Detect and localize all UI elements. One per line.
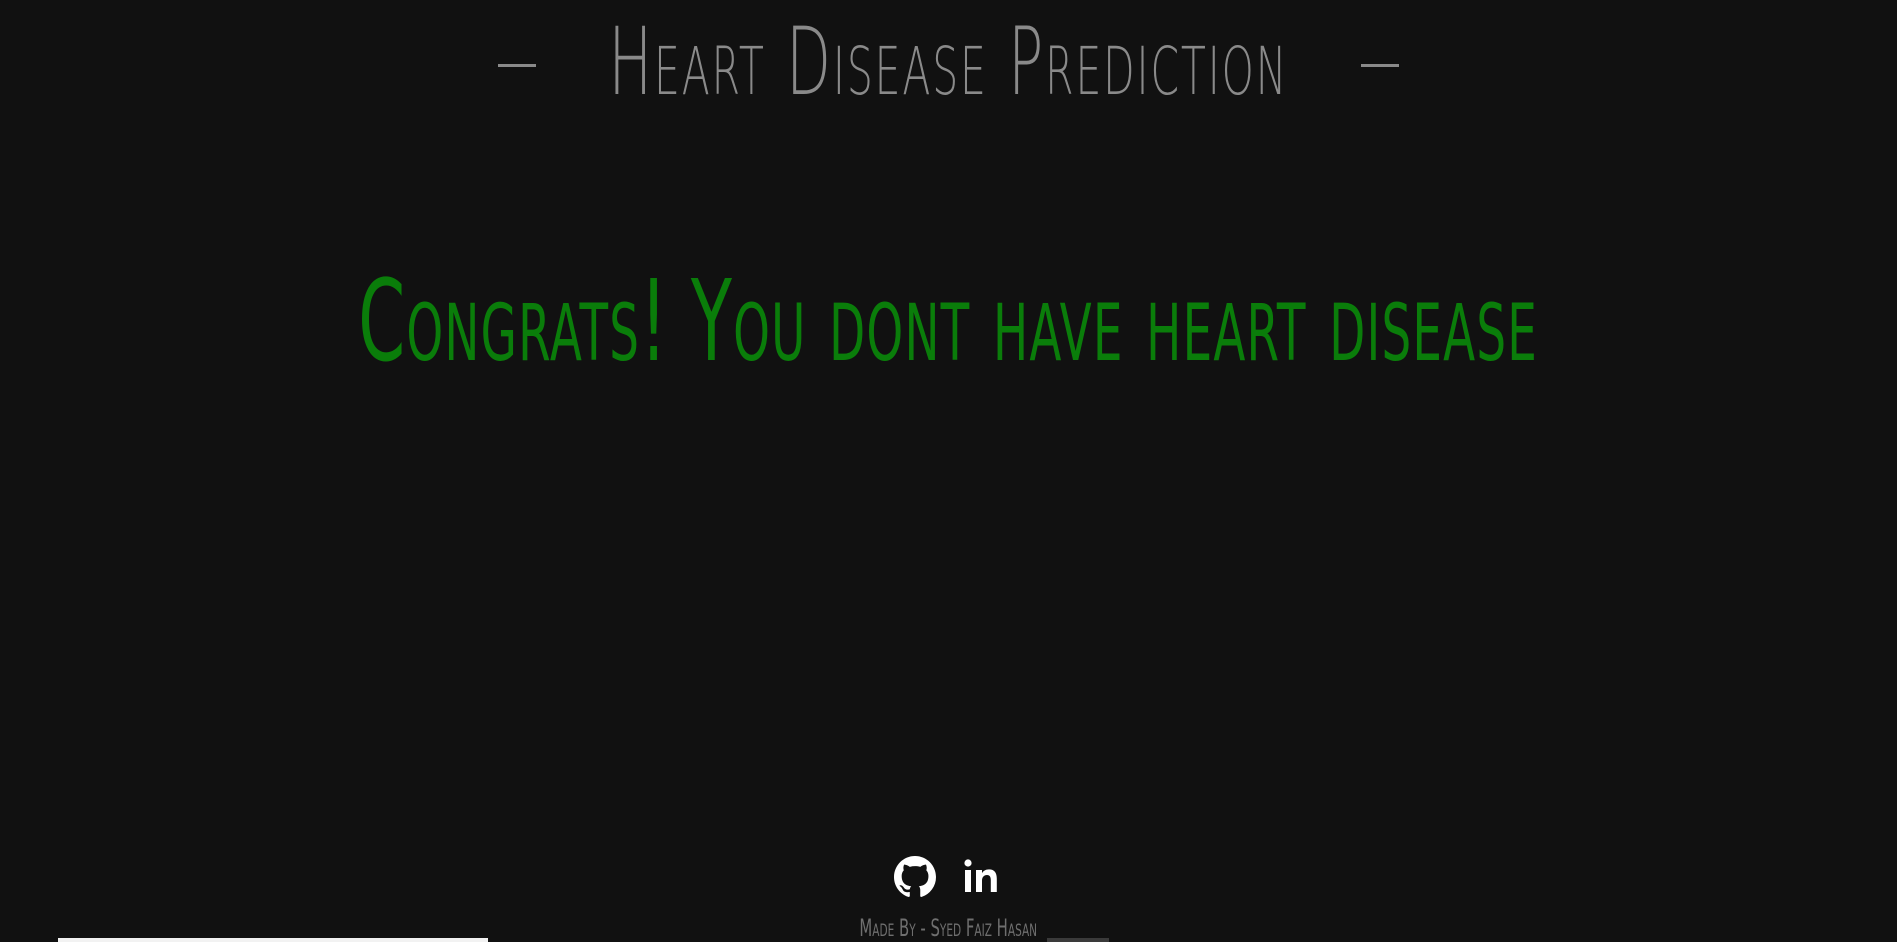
author-credit: Made By - Syed Faiz Hasan	[859, 914, 1038, 942]
bottom-bar-left	[58, 938, 488, 942]
title-left-dash	[498, 64, 537, 67]
title-right-dash	[1360, 64, 1399, 67]
page-title: Heart Disease Prediction	[608, 7, 1289, 117]
prediction-result: Congrats! You dont have heart disease	[0, 258, 1897, 387]
social-links	[0, 856, 1897, 898]
linkedin-icon	[963, 859, 997, 892]
result-message: Congrats! You dont have heart disease	[358, 257, 1539, 387]
linkedin-link[interactable]	[962, 856, 1004, 898]
page-header: Heart Disease Prediction	[0, 0, 1897, 125]
github-link[interactable]	[893, 856, 936, 898]
github-icon	[893, 856, 936, 897]
bottom-bar-right	[1047, 938, 1109, 942]
